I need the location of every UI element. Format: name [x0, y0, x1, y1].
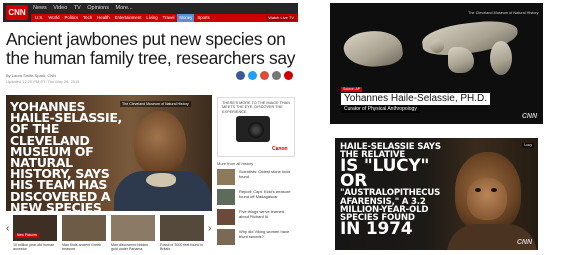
lucy-body: [447, 224, 537, 250]
section-nav: U.S. World Politics Tech Health Entertainment…: [31, 14, 298, 22]
top-link-more[interactable]: More...: [116, 5, 133, 11]
chevron-left-icon[interactable]: ‹: [6, 223, 9, 234]
facebook-icon[interactable]: [236, 71, 245, 80]
overlay-line: is "Lucy" or: [340, 156, 430, 192]
google-plus-icon[interactable]: [260, 71, 269, 80]
hero-video[interactable]: The Cleveland Museum of Natural History …: [6, 95, 212, 211]
lower-third-title: Curator of Physical Anthropology: [341, 106, 420, 113]
gallery-image: [62, 215, 106, 241]
advertisement[interactable]: There's more to the image than meets the…: [217, 97, 295, 157]
nav-item-travel[interactable]: Travel: [161, 14, 177, 22]
watch-live-button[interactable]: Watch Live TV: [266, 15, 296, 21]
cnn-logo[interactable]: CNN: [6, 5, 28, 20]
story-thumbnail: [217, 189, 235, 205]
lucy-face: [467, 178, 507, 220]
cnn-article-screenshot: CNN News Video TV Opinions More... U.S. W…: [3, 3, 298, 253]
new-pictures-badge: New Pictures: [15, 233, 39, 238]
gallery-card[interactable]: New Pictures 10 million year-old human a…: [13, 215, 57, 253]
clip-label: Lucy: [522, 143, 534, 148]
museum-caption: The Cleveland Museum of Natural History: [468, 11, 539, 15]
cnn-watermark: CNN: [516, 239, 532, 246]
more-share-icon[interactable]: [284, 71, 293, 80]
story-link[interactable]: Five things we've learned about Richard …: [239, 209, 295, 219]
gallery-image: [111, 215, 155, 241]
top-links: News Video TV Opinions More...: [33, 5, 138, 11]
list-item[interactable]: Scientists: Oldest stone tools found: [217, 168, 297, 187]
top-link-news[interactable]: News: [33, 5, 47, 11]
lucy-overlay-text: Haile-Selassie says the relative is "Luc…: [340, 143, 448, 240]
top-link-tv[interactable]: TV: [74, 5, 81, 11]
nav-item-living[interactable]: Living: [144, 14, 159, 22]
gallery-strip: ‹ New Pictures 10 million year-old human…: [6, 215, 216, 253]
jawbone-fossil: [448, 47, 474, 73]
ad-text: There's more to the image than meets the…: [222, 101, 290, 114]
video-clip-fossils[interactable]: The Cleveland Museum of Natural History …: [330, 3, 543, 124]
jawbone-fossil: [146, 173, 176, 187]
updated-timestamp: Updated 12:20 PM ET, Thu May 28, 2015: [6, 79, 80, 84]
story-thumbnail: [217, 209, 235, 225]
overlay-line: in 1974: [340, 219, 413, 240]
nav-item-health[interactable]: Health: [95, 14, 111, 22]
list-item[interactable]: Five things we've learned about Richard …: [217, 208, 297, 227]
email-icon[interactable]: [272, 71, 281, 80]
gallery-image: [160, 215, 204, 241]
nav-item-politics[interactable]: Politics: [63, 14, 81, 22]
gallery-caption: Man finds ancient Greek treasure: [62, 243, 101, 252]
list-item[interactable]: Report: Capt. Kidd's treasure found off …: [217, 188, 297, 207]
cnn-watermark: CNN: [521, 113, 537, 120]
gallery-card[interactable]: Man finds ancient Greek treasure: [62, 215, 106, 253]
overlay-line: "Australopithecus afarensis," a 3.2 mill…: [340, 188, 441, 224]
more-stories: More from all history Scientists: Oldest…: [217, 161, 297, 248]
story-thumbnail: [217, 169, 235, 185]
nav-item-world[interactable]: World: [46, 14, 61, 22]
ad-brand: Canon: [272, 146, 288, 152]
top-link-opinions[interactable]: Opinions: [87, 5, 109, 11]
nav-item-us[interactable]: U.S.: [33, 14, 45, 22]
share-buttons: [236, 71, 296, 81]
hero-overlay-text: Yohannes Haile-Selassie, of the Clevelan…: [10, 99, 122, 211]
source-tag: Source: AP: [341, 87, 362, 92]
byline: By Laura Smith-Spark, CNN: [6, 73, 57, 78]
tooth-fossil: [430, 39, 444, 53]
gallery-caption: Fossil of 3000 feet found in Britain: [160, 243, 204, 252]
story-thumbnail: [217, 229, 235, 245]
lower-third-name: Yohannes Haile-Selassie, PH.D.: [341, 93, 491, 105]
jawbone-fossil: [490, 41, 512, 75]
nav-item-money[interactable]: Money: [177, 14, 195, 22]
top-bar: CNN News Video TV Opinions More... U.S. W…: [3, 3, 298, 22]
nav-item-sports[interactable]: Sports: [195, 14, 211, 22]
jawbone-fossil: [341, 27, 405, 71]
nav-item-entertainment[interactable]: Entertainment: [113, 14, 144, 22]
video-clip-lucy[interactable]: Lucy Haile-Selassie says the relative is…: [335, 138, 538, 250]
gallery-caption: 10 million year-old human ancestor: [13, 243, 55, 252]
hero-caption: The Cleveland Museum of Natural History: [120, 101, 191, 107]
story-link[interactable]: Report: Capt. Kidd's treasure found off …: [239, 189, 295, 199]
story-link[interactable]: Why did Viking women have blunt swords?: [239, 229, 295, 239]
top-link-video[interactable]: Video: [53, 5, 67, 11]
more-stories-header: More from all history: [217, 161, 254, 166]
story-link[interactable]: Scientists: Oldest stone tools found: [239, 169, 295, 179]
camera-lens: [248, 122, 264, 138]
lucy-eye: [475, 188, 481, 192]
gallery-caption: Man discovered hidden gold under Panama: [111, 243, 149, 252]
twitter-icon[interactable]: [248, 71, 257, 80]
gallery-card[interactable]: Fossil of 3000 feet found in Britain: [160, 215, 204, 253]
gallery-card[interactable]: Man discovered hidden gold under Panama: [111, 215, 155, 253]
nav-item-tech[interactable]: Tech: [81, 14, 94, 22]
article-headline: Ancient jawbones put new species on the …: [6, 29, 296, 68]
list-item[interactable]: Why did Viking women have blunt swords?: [217, 228, 297, 247]
lucy-eye: [491, 188, 497, 192]
chevron-right-icon[interactable]: ›: [208, 223, 211, 234]
hero-person-face: [134, 111, 186, 175]
